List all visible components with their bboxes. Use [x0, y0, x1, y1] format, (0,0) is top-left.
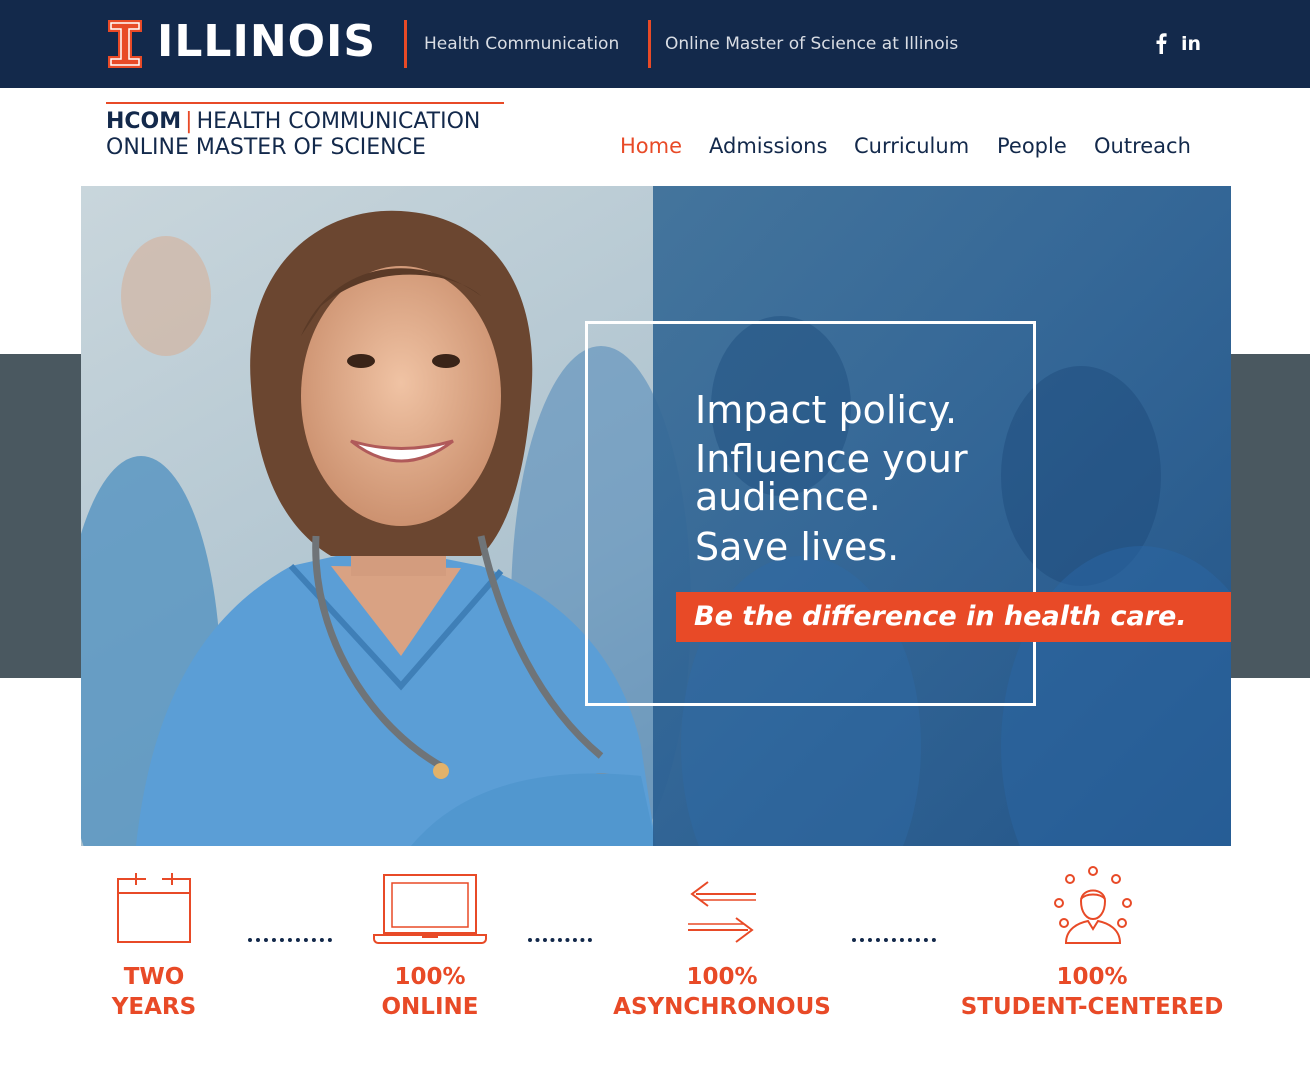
nav-people[interactable]: People: [997, 133, 1067, 159]
logo-separator: |: [185, 109, 193, 134]
dotted-separator: [248, 938, 332, 942]
illinois-wordmark[interactable]: ILLINOIS: [157, 14, 376, 70]
feature-online: 100% ONLINE: [340, 962, 520, 1022]
top-bar: ILLINOIS Health Communication Online Mas…: [0, 0, 1310, 88]
hero-headline-1: Impact policy.: [695, 388, 958, 432]
calendar-icon: [117, 873, 191, 943]
hero-band-right: [1231, 354, 1310, 678]
logo-abbr: HCOM: [106, 109, 182, 134]
feature-two-years-line1: TWO: [123, 964, 185, 990]
hero-headline-2: Influence your audience.: [695, 437, 968, 519]
logo-title: HEALTH COMMUNICATION: [196, 109, 481, 134]
linkedin-icon[interactable]: in: [1181, 33, 1201, 55]
student-icon: [1054, 866, 1132, 944]
feature-two-years: TWO YEARS: [74, 962, 234, 1022]
nav-admissions[interactable]: Admissions: [709, 133, 827, 159]
logo-line-1: HCOM | HEALTH COMMUNICATION: [106, 109, 480, 135]
nav-home[interactable]: Home: [620, 133, 682, 159]
divider: [404, 20, 407, 68]
feature-student-centered-line2: STUDENT-CENTERED: [960, 994, 1224, 1020]
laptop-icon: [373, 874, 487, 944]
divider: [648, 20, 651, 68]
logo-subtitle: ONLINE MASTER OF SCIENCE: [106, 135, 426, 160]
feature-student-centered: 100% STUDENT-CENTERED: [952, 962, 1232, 1022]
arrows-exchange-icon: [688, 881, 756, 943]
hero-band-left: [0, 354, 81, 678]
online-master-link[interactable]: Online Master of Science at Illinois: [665, 33, 958, 55]
dotted-separator: [528, 938, 592, 942]
illinois-block-i-logo[interactable]: [108, 20, 142, 68]
feature-two-years-line2: YEARS: [111, 994, 197, 1020]
feature-online-line1: 100%: [394, 964, 466, 990]
nav-curriculum[interactable]: Curriculum: [854, 133, 969, 159]
feature-student-centered-line1: 100%: [1056, 964, 1128, 990]
logo-rule: [106, 102, 504, 104]
feature-asynchronous: 100% ASYNCHRONOUS: [606, 962, 838, 1022]
nav-outreach[interactable]: Outreach: [1094, 133, 1191, 159]
hero-headline-3: Save lives.: [695, 525, 900, 569]
facebook-icon[interactable]: [1153, 32, 1169, 54]
feature-asynchronous-line2: ASYNCHRONOUS: [613, 994, 831, 1020]
feature-asynchronous-line1: 100%: [686, 964, 758, 990]
dotted-separator: [852, 938, 936, 942]
hero-banner: Impact policy. Influence your audience. …: [81, 186, 1231, 846]
health-communication-link[interactable]: Health Communication: [424, 33, 619, 55]
hero-tagline-banner: Be the difference in health care.: [676, 592, 1231, 642]
feature-online-line2: ONLINE: [381, 994, 479, 1020]
hcom-logo[interactable]: HCOM | HEALTH COMMUNICATION ONLINE MASTER …: [106, 102, 504, 164]
